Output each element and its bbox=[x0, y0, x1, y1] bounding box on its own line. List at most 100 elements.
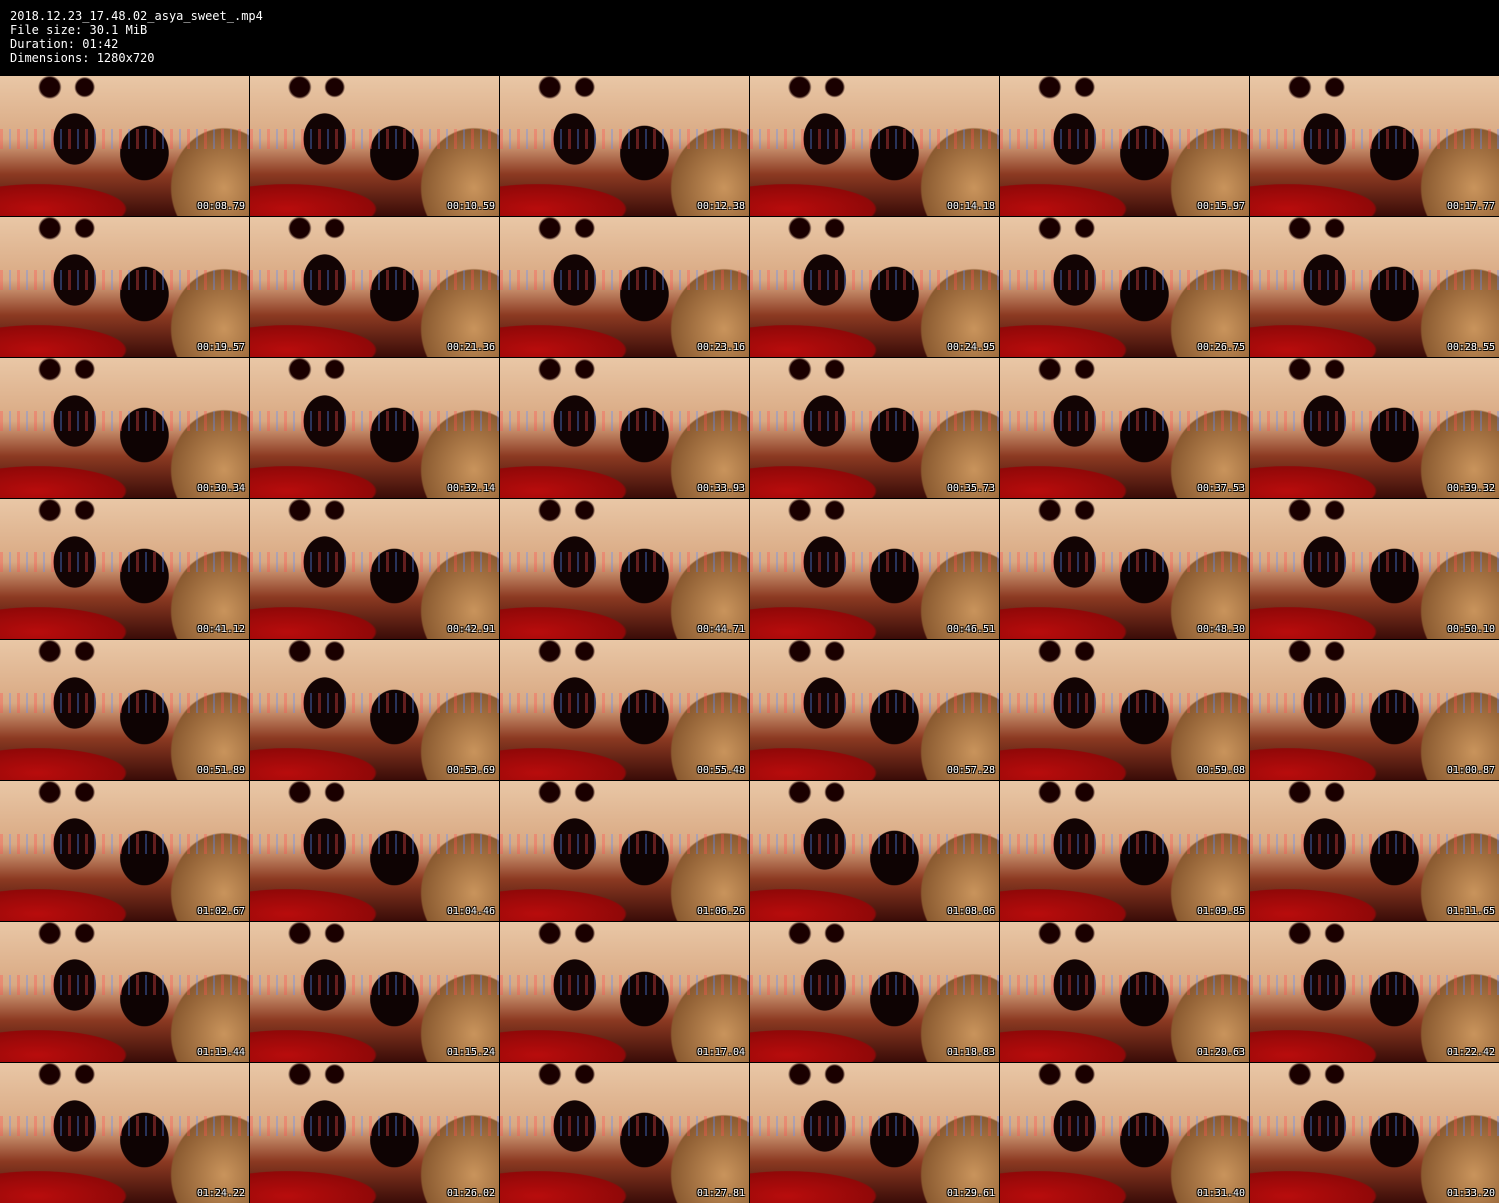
string-lights bbox=[500, 975, 749, 995]
thumbnail-timestamp: 00:15.97 bbox=[1196, 201, 1245, 212]
video-thumbnail: 00:41.12 bbox=[0, 499, 249, 639]
string-lights bbox=[1000, 270, 1249, 290]
thumbnail-timestamp: 01:29.61 bbox=[946, 1188, 995, 1199]
string-lights bbox=[500, 834, 749, 854]
string-lights bbox=[250, 411, 499, 431]
video-thumbnail: 01:20.63 bbox=[1000, 922, 1249, 1062]
string-lights bbox=[250, 552, 499, 572]
string-lights bbox=[1000, 693, 1249, 713]
video-thumbnail: 01:08.06 bbox=[750, 781, 999, 921]
string-lights bbox=[500, 1116, 749, 1136]
thumbnail-timestamp: 00:55.48 bbox=[696, 765, 745, 776]
thumbnail-timestamp: 00:37.53 bbox=[1196, 483, 1245, 494]
string-lights bbox=[500, 552, 749, 572]
string-lights bbox=[1000, 975, 1249, 995]
video-thumbnail: 00:53.69 bbox=[250, 640, 499, 780]
video-thumbnail: 00:59.08 bbox=[1000, 640, 1249, 780]
thumbnail-timestamp: 01:24.22 bbox=[196, 1188, 245, 1199]
thumbnail-timestamp: 00:21.36 bbox=[446, 342, 495, 353]
thumbnail-timestamp: 00:53.69 bbox=[446, 765, 495, 776]
thumbnail-timestamp: 00:48.30 bbox=[1196, 624, 1245, 635]
string-lights bbox=[1000, 1116, 1249, 1136]
thumbnail-timestamp: 00:41.12 bbox=[196, 624, 245, 635]
string-lights bbox=[0, 975, 249, 995]
string-lights bbox=[500, 129, 749, 149]
string-lights bbox=[1250, 129, 1499, 149]
thumbnail-timestamp: 01:00.87 bbox=[1446, 765, 1495, 776]
string-lights bbox=[1000, 129, 1249, 149]
thumbnail-timestamp: 00:28.55 bbox=[1446, 342, 1495, 353]
video-thumbnail: 00:44.71 bbox=[500, 499, 749, 639]
video-thumbnail: 01:18.83 bbox=[750, 922, 999, 1062]
video-thumbnail: 00:08.79 bbox=[0, 76, 249, 216]
string-lights bbox=[1250, 411, 1499, 431]
thumbnail-timestamp: 00:26.75 bbox=[1196, 342, 1245, 353]
thumbnail-timestamp: 00:24.95 bbox=[946, 342, 995, 353]
string-lights bbox=[1250, 975, 1499, 995]
video-thumbnail: 01:15.24 bbox=[250, 922, 499, 1062]
video-thumbnail: 00:26.75 bbox=[1000, 217, 1249, 357]
string-lights bbox=[250, 270, 499, 290]
thumbnail-timestamp: 00:08.79 bbox=[196, 201, 245, 212]
string-lights bbox=[750, 1116, 999, 1136]
thumbnail-timestamp: 01:15.24 bbox=[446, 1047, 495, 1058]
thumbnail-timestamp: 00:30.34 bbox=[196, 483, 245, 494]
video-thumbnail: 00:30.34 bbox=[0, 358, 249, 498]
video-thumbnail: 00:50.10 bbox=[1250, 499, 1499, 639]
string-lights bbox=[500, 411, 749, 431]
string-lights bbox=[750, 552, 999, 572]
video-thumbnail: 00:12.38 bbox=[500, 76, 749, 216]
thumbnail-timestamp: 00:46.51 bbox=[946, 624, 995, 635]
video-thumbnail: 00:35.73 bbox=[750, 358, 999, 498]
string-lights bbox=[250, 834, 499, 854]
string-lights bbox=[750, 411, 999, 431]
string-lights bbox=[0, 1116, 249, 1136]
string-lights bbox=[0, 411, 249, 431]
video-thumbnail: 00:23.16 bbox=[500, 217, 749, 357]
video-thumbnail: 00:51.89 bbox=[0, 640, 249, 780]
thumbnail-timestamp: 00:39.32 bbox=[1446, 483, 1495, 494]
video-thumbnail: 00:15.97 bbox=[1000, 76, 1249, 216]
string-lights bbox=[750, 129, 999, 149]
thumbnail-timestamp: 00:14.18 bbox=[946, 201, 995, 212]
video-thumbnail: 00:24.95 bbox=[750, 217, 999, 357]
video-thumbnail: 01:26.02 bbox=[250, 1063, 499, 1203]
thumbnail-timestamp: 01:20.63 bbox=[1196, 1047, 1245, 1058]
string-lights bbox=[250, 129, 499, 149]
thumbnail-timestamp: 00:57.28 bbox=[946, 765, 995, 776]
thumbnail-timestamp: 00:10.59 bbox=[446, 201, 495, 212]
string-lights bbox=[1000, 834, 1249, 854]
video-thumbnail: 01:27.81 bbox=[500, 1063, 749, 1203]
string-lights bbox=[1250, 693, 1499, 713]
video-thumbnail: 01:02.67 bbox=[0, 781, 249, 921]
string-lights bbox=[0, 693, 249, 713]
thumbnail-timestamp: 00:35.73 bbox=[946, 483, 995, 494]
thumbnail-timestamp: 01:33.20 bbox=[1446, 1188, 1495, 1199]
string-lights bbox=[750, 975, 999, 995]
video-thumbnail: 01:04.46 bbox=[250, 781, 499, 921]
thumbnail-timestamp: 00:59.08 bbox=[1196, 765, 1245, 776]
video-thumbnail: 00:37.53 bbox=[1000, 358, 1249, 498]
thumbnail-timestamp: 00:33.93 bbox=[696, 483, 745, 494]
thumbnail-timestamp: 00:12.38 bbox=[696, 201, 745, 212]
thumbnail-timestamp: 00:44.71 bbox=[696, 624, 745, 635]
string-lights bbox=[0, 129, 249, 149]
filename-text: 2018.12.23_17.48.02_asya_sweet_.mp4 bbox=[10, 9, 263, 23]
string-lights bbox=[0, 270, 249, 290]
video-thumbnail: 00:39.32 bbox=[1250, 358, 1499, 498]
thumbnail-timestamp: 01:26.02 bbox=[446, 1188, 495, 1199]
video-thumbnail: 01:22.42 bbox=[1250, 922, 1499, 1062]
string-lights bbox=[250, 975, 499, 995]
video-thumbnail: 01:13.44 bbox=[0, 922, 249, 1062]
string-lights bbox=[750, 693, 999, 713]
string-lights bbox=[0, 834, 249, 854]
thumbnail-timestamp: 00:32.14 bbox=[446, 483, 495, 494]
thumbnail-timestamp: 01:08.06 bbox=[946, 906, 995, 917]
string-lights bbox=[1250, 1116, 1499, 1136]
thumbnail-timestamp: 00:51.89 bbox=[196, 765, 245, 776]
duration-text: Duration: 01:42 bbox=[10, 37, 119, 51]
video-thumbnail: 00:55.48 bbox=[500, 640, 749, 780]
video-thumbnail: 00:57.28 bbox=[750, 640, 999, 780]
video-thumbnail: 00:21.36 bbox=[250, 217, 499, 357]
string-lights bbox=[1250, 270, 1499, 290]
